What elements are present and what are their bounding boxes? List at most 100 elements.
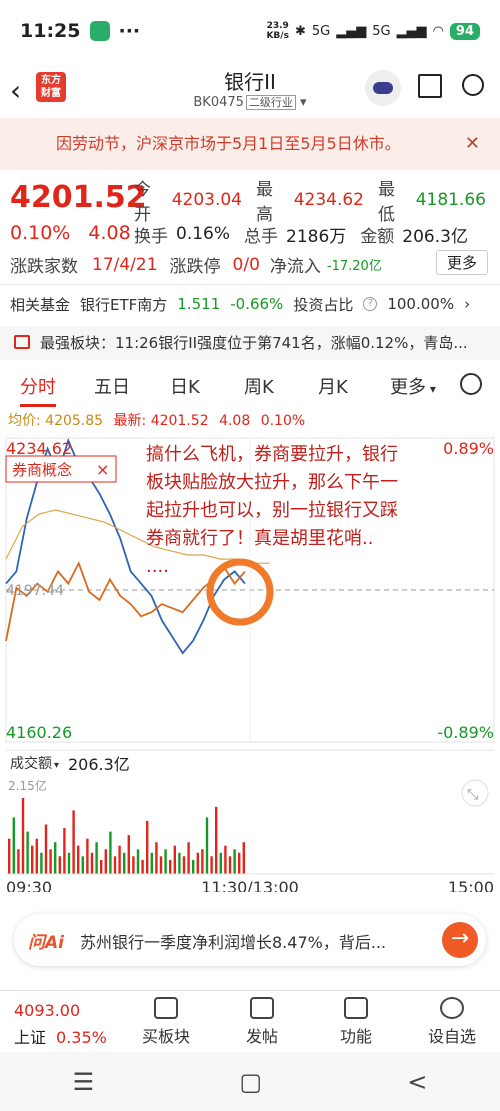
related-fund-row[interactable]: 相关基金 银行ETF南方 1.511 -0.66% 投资占比 ? 100.00%… <box>10 286 495 322</box>
edit-icon <box>250 997 274 1019</box>
tab-daily-k[interactable]: 日K <box>170 373 200 399</box>
index-name: 上证 <box>14 1028 47 1047</box>
tab-intraday[interactable]: 分时 <box>20 373 56 399</box>
volume-bar <box>192 859 195 874</box>
expand-glyph: ⤡ <box>467 787 478 803</box>
close-icon[interactable]: ✕ <box>465 118 480 170</box>
low-value: 4181.66 <box>415 190 486 210</box>
avg-label: 均价: <box>8 413 41 429</box>
tab-more[interactable]: 更多 ▾ <box>390 373 436 399</box>
quote-grid: 今开 4203.04 最高 4234.62 最低 4181.66 换手 0.16% 总手… <box>134 180 500 251</box>
high-label: 最高 <box>256 180 273 225</box>
volume-bar <box>21 798 25 874</box>
assistant-avatar-icon[interactable] <box>365 70 401 106</box>
price-summary: 均价: 4205.85 最新: 4201.52 4.08 0.10% <box>8 410 305 430</box>
intraday-chart[interactable]: 4234.62 4160.26 4197.44 0.89% -0.89% 券商概… <box>0 432 500 892</box>
price-change: 0.10% 4.08 <box>10 222 149 244</box>
volume-bar <box>100 859 103 874</box>
ai-news-banner[interactable]: 问Ai 苏州银行一季度净利润增长8.47%，背后... → <box>14 914 486 966</box>
latest-pct: 0.10% <box>260 413 306 429</box>
post-button[interactable]: 发帖 <box>222 997 302 1047</box>
strongest-sector-bar[interactable]: 最强板块：11:26银行II强度位于第741名，涨幅0.12%，青岛... <box>0 326 500 360</box>
more-button[interactable]: 更多 <box>435 250 488 275</box>
time-label-open: 09:30 <box>6 878 52 892</box>
volume-layer <box>8 798 245 874</box>
volume-dropdown-icon[interactable]: ▾ <box>54 760 59 771</box>
home-icon[interactable]: ▢ <box>239 1068 262 1096</box>
index-value: 4093.00 <box>14 1001 81 1020</box>
buy-sector-button[interactable]: 买板块 <box>126 997 206 1047</box>
ai-brand: 问Ai <box>28 933 64 953</box>
limit-label: 涨跌停 <box>169 257 221 277</box>
volume-bar <box>123 852 126 874</box>
volume-bar <box>72 810 75 874</box>
caret-down-icon: ▾ <box>426 382 436 396</box>
fund-name: 银行ETF南方 <box>80 295 168 314</box>
add-watchlist-button[interactable]: 设自选 <box>412 997 492 1047</box>
volume-bar <box>159 856 163 874</box>
arrow-right-icon[interactable]: → <box>442 922 478 958</box>
mid-price-label: 4197.44 <box>6 583 64 599</box>
volume-bar <box>104 849 107 874</box>
volume-bar <box>90 852 94 874</box>
volume-bar <box>31 845 34 874</box>
index-ticker[interactable]: 4093.00 上证 0.35% <box>14 1001 107 1048</box>
chart-tabs: 分时 五日 日K 周K 月K 更多 ▾ <box>0 360 500 410</box>
volume-bar <box>205 817 209 874</box>
menu-icon[interactable]: ☰ <box>73 1068 95 1096</box>
volume-bar <box>141 859 144 874</box>
functions-button[interactable]: 功能 <box>316 997 396 1047</box>
quote-row-2: 换手 0.16% 总手 2186万 金额 206.3亿 <box>134 217 500 251</box>
stock-code: BK0475 <box>193 95 244 110</box>
volume-bar <box>173 845 176 874</box>
close-icon[interactable]: × <box>96 460 109 479</box>
bottom-toolbar: 4093.00 上证 0.35% 买板块 发帖 功能 设自选 <box>0 990 500 1052</box>
share-icon[interactable] <box>418 74 442 98</box>
more-dots-icon <box>440 997 464 1019</box>
bottom-pct-label: -0.89% <box>437 723 494 742</box>
volume-bar <box>182 856 186 874</box>
volume-bar <box>67 852 71 874</box>
last-price: 4201.52 <box>10 180 147 215</box>
open-label: 今开 <box>134 180 151 225</box>
volume-bar <box>8 838 11 874</box>
tab-monthly-k[interactable]: 月K <box>318 373 348 399</box>
add-watchlist-label: 设自选 <box>427 1027 476 1046</box>
high-value: 4234.62 <box>293 190 364 210</box>
help-icon[interactable]: ? <box>363 297 378 311</box>
volume-bar <box>219 852 222 874</box>
time-label-close: 15:00 <box>448 878 494 892</box>
search-icon[interactable] <box>462 74 484 96</box>
strongest-sector-text: 最强板块：11:26银行II强度位于第741名，涨幅0.12%，青岛... <box>40 334 468 352</box>
quote-row-3: 涨跌家数 17/4/21 涨跌停 0/0 净流入 -17.20亿 <box>10 252 382 278</box>
fund-ratio-label: 投资占比 <box>293 295 354 314</box>
net-speed: 23.9 KB/s <box>266 21 288 41</box>
volume-bar <box>63 828 66 874</box>
quote-row-1: 今开 4203.04 最高 4234.62 最低 4181.66 <box>134 180 500 225</box>
amount-label: 金额 <box>360 226 395 247</box>
updown-label: 涨跌家数 <box>10 257 78 277</box>
top-price-label: 4234.62 <box>6 439 72 458</box>
gear-icon[interactable] <box>460 373 482 395</box>
tab-weekly-k[interactable]: 周K <box>244 373 274 399</box>
fund-label: 相关基金 <box>10 295 71 314</box>
low-label: 最低 <box>378 180 395 225</box>
buy-sector-icon <box>154 997 178 1019</box>
back-nav-icon[interactable]: < <box>407 1068 427 1096</box>
volume-bar <box>150 852 153 874</box>
signal-bars-icon-2: ▂▄▆ <box>396 23 427 39</box>
volume-bar <box>54 842 57 874</box>
bottom-price-label: 4160.26 <box>6 723 72 742</box>
volume-bar <box>132 856 135 874</box>
tab-five-day[interactable]: 五日 <box>94 373 130 399</box>
open-value: 4203.04 <box>171 190 242 210</box>
turnover-label: 换手 <box>134 226 168 247</box>
volume-bar <box>118 845 121 874</box>
volume-total: 206.3亿 <box>68 755 130 774</box>
active-tab-indicator <box>20 404 56 407</box>
volume-label[interactable]: 成交额 <box>10 755 52 772</box>
netflow-label: 净流入 <box>269 257 321 277</box>
status-bar: 11:25 ··· 23.9 KB/s ✱ 5G ▂▄▆ 5G ▂▄▆ ◠ 94 <box>0 0 500 62</box>
volume-bar <box>238 852 241 874</box>
signal-5g-2: 5G <box>372 23 391 39</box>
